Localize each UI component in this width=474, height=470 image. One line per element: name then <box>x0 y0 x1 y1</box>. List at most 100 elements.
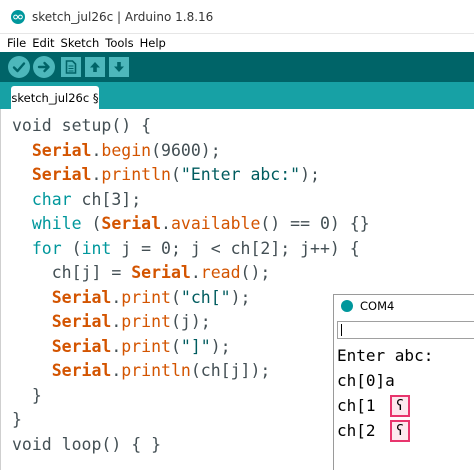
menu-file[interactable]: File <box>0 36 29 50</box>
code-token: void loop() { } <box>12 434 162 454</box>
title-bar: sketch_jul26c | Arduino 1.8.16 <box>0 0 474 34</box>
code-token: available <box>170 214 261 233</box>
code-token: ( <box>61 238 82 258</box>
garbage-char: ʕ <box>396 423 404 439</box>
code-token: while <box>31 214 82 233</box>
code-token: (j); <box>170 312 211 331</box>
code-token: "ch[" <box>180 287 231 307</box>
code-token: . <box>91 165 102 184</box>
code-line: char ch[3]; <box>12 188 141 212</box>
code-token: "]" <box>180 336 211 356</box>
code-token: print <box>121 312 171 331</box>
verify-button[interactable] <box>8 56 30 78</box>
text-cursor <box>341 324 342 336</box>
code-token: for <box>31 238 62 258</box>
code-token: } <box>12 410 22 429</box>
code-line: Serial.println(ch[j]); <box>12 359 271 383</box>
open-button[interactable] <box>85 57 105 77</box>
code-token: ); <box>300 165 320 184</box>
new-button[interactable] <box>61 57 81 77</box>
code-token: . <box>161 214 171 233</box>
upload-icon <box>37 61 50 73</box>
window-title: sketch_jul26c | Arduino 1.8.16 <box>32 10 214 24</box>
menu-edit[interactable]: Edit <box>29 36 57 50</box>
code-token: int <box>81 238 112 258</box>
serial-monitor-title-bar: COM4 <box>334 295 474 317</box>
code-token: Serial <box>51 287 112 307</box>
code-line: Serial.print("ch["); <box>12 286 251 310</box>
menu-bar: File Edit Sketch Tools Help <box>0 34 474 52</box>
arduino-logo-icon <box>11 10 25 24</box>
code-line: void setup() { <box>12 114 151 138</box>
code-token: ); <box>230 287 251 307</box>
code-token: ch[3]; <box>71 189 142 209</box>
code-token: Serial <box>101 214 162 233</box>
code-token: ( <box>170 165 181 184</box>
serial-output-line: ch[2 <box>337 421 376 440</box>
serial-output-line: Enter abc: <box>337 346 434 365</box>
code-token: . <box>111 336 122 356</box>
code-line: } <box>12 384 42 408</box>
code-token: . <box>111 287 122 307</box>
toolbar <box>0 52 474 82</box>
highlighted-garbage-char: ʕ <box>390 420 410 442</box>
code-token: ( <box>81 214 102 233</box>
code-token: . <box>111 361 122 380</box>
tab-sketch[interactable]: sketch_jul26c § <box>11 86 99 109</box>
code-token: begin <box>101 140 152 160</box>
menu-help[interactable]: Help <box>137 36 169 50</box>
code-token: () == 0) {} <box>260 214 370 233</box>
code-token: char <box>31 189 72 209</box>
code-token: (9600); <box>151 140 221 160</box>
code-token: read <box>200 263 241 282</box>
code-token: ); <box>210 336 231 356</box>
save-button[interactable] <box>109 57 129 77</box>
code-line: Serial.print(j); <box>12 310 211 334</box>
serial-output-line: ch[1 <box>337 396 376 415</box>
code-token: Serial <box>31 165 92 184</box>
code-token: Serial <box>51 312 112 331</box>
code-token: . <box>91 140 102 160</box>
code-token: print <box>121 287 171 307</box>
serial-output-line: ch[0]a <box>337 371 395 390</box>
code-token: Serial <box>51 336 112 356</box>
verify-icon <box>12 62 26 73</box>
save-icon <box>114 62 124 72</box>
code-line: ch[j] = Serial.read(); <box>12 261 271 285</box>
serial-send-input[interactable] <box>337 321 474 339</box>
garbage-char: ʕ <box>396 398 404 414</box>
code-token: j = 0; j < ch[2]; j++) { <box>111 238 360 258</box>
serial-monitor-title: COM4 <box>360 299 395 313</box>
code-token: (ch[j]); <box>190 361 271 380</box>
code-token: Serial <box>31 140 92 160</box>
code-token: . <box>190 263 201 282</box>
code-line: while (Serial.available() == 0) {} <box>12 212 370 236</box>
code-token: println <box>121 361 191 380</box>
new-icon <box>65 60 77 74</box>
upload-button[interactable] <box>33 56 55 78</box>
tab-bar: sketch_jul26c § <box>0 82 474 109</box>
menu-tools[interactable]: Tools <box>102 36 136 50</box>
code-token: Serial <box>131 263 191 282</box>
code-token: print <box>121 336 171 356</box>
menu-sketch[interactable]: Sketch <box>58 36 103 50</box>
serial-monitor-window: COM4 Enter abc: ch[0]a ch[1 ʕ ch[2 ʕ <box>333 294 474 470</box>
code-line: Serial.println("Enter abc:"); <box>12 163 320 187</box>
code-token: println <box>101 165 171 184</box>
code-token: Serial <box>51 361 112 380</box>
code-line: Serial.begin(9600); <box>12 139 221 163</box>
open-icon <box>90 62 100 72</box>
code-line: void loop() { } <box>12 433 161 457</box>
code-token: "Enter abc:" <box>180 165 301 184</box>
code-token: void setup() { <box>12 116 152 135</box>
arduino-logo-icon <box>341 300 353 312</box>
